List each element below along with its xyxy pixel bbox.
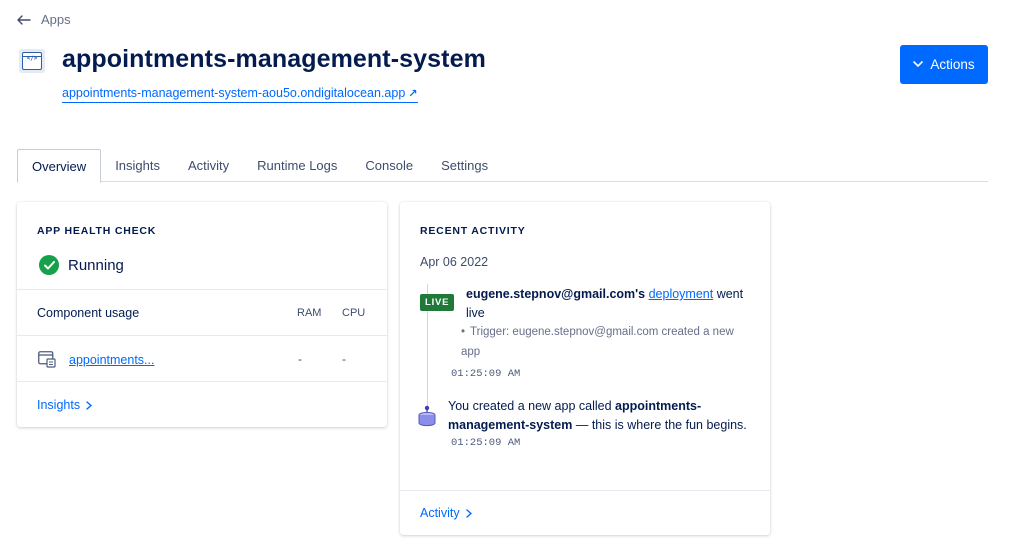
divider bbox=[400, 490, 770, 491]
component-link[interactable]: appointments... bbox=[69, 353, 154, 367]
insights-link[interactable]: Insights bbox=[37, 398, 93, 412]
activity-date: Apr 06 2022 bbox=[420, 255, 489, 269]
insights-link-label: Insights bbox=[37, 398, 81, 412]
live-app-url: appointments-management-system-aou5o.ond… bbox=[62, 86, 406, 100]
tab-settings[interactable]: Settings bbox=[427, 149, 502, 182]
cpu-header: CPU bbox=[342, 307, 366, 319]
event-prefix: You created a new app called bbox=[448, 399, 612, 413]
check-circle-icon bbox=[39, 255, 59, 275]
external-link-icon: ↗ bbox=[408, 87, 418, 100]
arrow-left-icon bbox=[17, 14, 31, 25]
page-title: appointments-management-system bbox=[62, 45, 486, 73]
chevron-down-icon bbox=[913, 61, 924, 68]
event-time: 01:25:09 AM bbox=[451, 368, 521, 380]
app-health-card: APP HEALTH CHECK Running Component usage… bbox=[17, 202, 387, 427]
tab-console[interactable]: Console bbox=[351, 149, 427, 182]
back-label: Apps bbox=[41, 12, 71, 27]
component-usage-header: Component usage bbox=[37, 306, 140, 320]
deployment-link[interactable]: deployment bbox=[649, 287, 714, 301]
app-code-icon: </> bbox=[19, 49, 45, 73]
tab-bar: Overview Insights Activity Runtime Logs … bbox=[17, 149, 988, 183]
activity-link[interactable]: Activity bbox=[420, 506, 472, 520]
divider bbox=[17, 381, 387, 382]
database-icon bbox=[418, 405, 436, 427]
chevron-right-icon bbox=[465, 508, 472, 518]
event-suffix: — this is where the fun begins. bbox=[575, 418, 747, 432]
back-to-apps-link[interactable]: Apps bbox=[17, 12, 71, 27]
divider bbox=[17, 289, 387, 290]
divider bbox=[17, 335, 387, 336]
component-row: appointments... bbox=[38, 351, 154, 368]
event-trigger: Trigger: eugene.stepnov@gmail.com create… bbox=[461, 322, 756, 362]
activity-event-deployment: eugene.stepnov@gmail.com's deployment we… bbox=[466, 285, 756, 323]
component-ram-value: - bbox=[298, 352, 302, 366]
activity-heading: RECENT ACTIVITY bbox=[420, 225, 526, 237]
health-status: Running bbox=[39, 255, 124, 275]
live-badge: LIVE bbox=[420, 294, 455, 311]
web-service-icon bbox=[38, 351, 56, 368]
actions-label: Actions bbox=[930, 57, 975, 72]
event-time: 01:25:09 AM bbox=[451, 437, 521, 449]
component-cpu-value: - bbox=[342, 352, 346, 366]
tab-overview[interactable]: Overview bbox=[17, 149, 102, 183]
recent-activity-card: RECENT ACTIVITY Apr 06 2022 LIVE eugene.… bbox=[400, 202, 770, 535]
activity-event-app-created: You created a new app called appointment… bbox=[448, 397, 758, 435]
ram-header: RAM bbox=[297, 307, 322, 319]
tab-activity[interactable]: Activity bbox=[174, 149, 243, 182]
health-heading: APP HEALTH CHECK bbox=[37, 225, 157, 237]
actions-button[interactable]: Actions bbox=[900, 45, 988, 84]
tab-insights[interactable]: Insights bbox=[101, 149, 174, 182]
chevron-right-icon bbox=[86, 400, 93, 410]
health-status-label: Running bbox=[68, 256, 124, 274]
event-actor: eugene.stepnov@gmail.com's bbox=[466, 287, 646, 301]
live-app-url-link[interactable]: appointments-management-system-aou5o.ond… bbox=[62, 86, 418, 103]
tab-runtime-logs[interactable]: Runtime Logs bbox=[243, 149, 351, 182]
activity-link-label: Activity bbox=[420, 506, 460, 520]
